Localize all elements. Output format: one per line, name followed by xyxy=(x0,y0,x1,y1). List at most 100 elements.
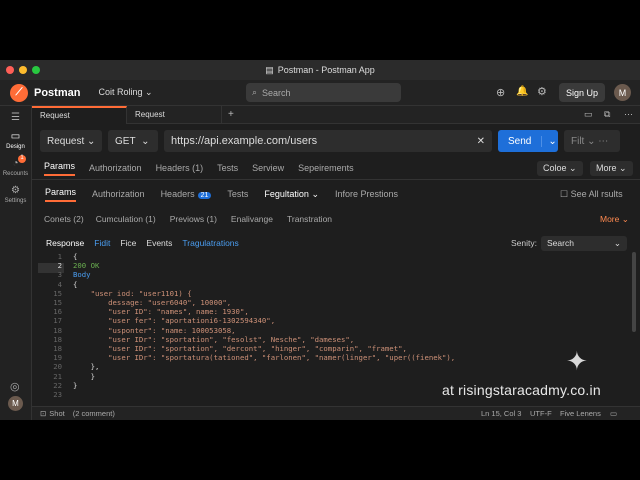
sidebar-menu-icon[interactable]: ☰ xyxy=(0,112,31,123)
code-line: "user IDr": "sportatura(tationed", "farl… xyxy=(73,353,456,363)
window-icon[interactable]: ⧉ xyxy=(604,109,610,120)
tab-infore-prestions[interactable]: Infore Prestions xyxy=(335,189,398,199)
global-search[interactable]: ⌕ Search xyxy=(246,83,401,102)
sidebar-item-design[interactable]: ▭ Design xyxy=(0,131,31,150)
cookies-button[interactable]: Coloe ⌄ xyxy=(537,160,583,176)
tab-headers-2[interactable]: Headers 21 xyxy=(161,189,212,199)
checkbox-icon: ☐ xyxy=(560,188,569,199)
secondary-tabs: Params Authorization Headers 21 Tests Feg… xyxy=(32,185,640,203)
minimize-window-button[interactable] xyxy=(19,66,27,74)
document-icon: ▤ xyxy=(265,64,274,75)
status-comment[interactable]: (2 comment) xyxy=(73,409,115,418)
tab-authorization-2[interactable]: Authorization xyxy=(92,189,145,199)
postman-window: ▤ Postman - Postman App ⟋ Postman Coit R… xyxy=(0,60,640,420)
status-bar: ⊡ Shot (2 comment) Ln 15, Col 3 UTF-F Fi… xyxy=(32,406,640,420)
encoding[interactable]: UTF-F xyxy=(530,409,552,418)
tab-sepeirements[interactable]: Sepeirements xyxy=(298,163,354,173)
window-title: Postman - Postman App xyxy=(277,65,375,75)
tab-fice[interactable]: Fice xyxy=(120,238,136,248)
close-window-button[interactable] xyxy=(6,66,14,74)
tab-fidit[interactable]: Fidit xyxy=(94,238,110,248)
tab-label: Request xyxy=(135,110,165,119)
see-all-results-checkbox[interactable]: ☐ See All rsults xyxy=(560,189,623,200)
cookies-label: Coloe xyxy=(543,162,567,173)
sidebar-avatar[interactable]: M xyxy=(8,396,23,411)
url-value: https://api.example.com/users xyxy=(171,135,318,147)
chevron-down-icon: ⌄ xyxy=(145,87,153,97)
chevron-down-icon: ⌄ xyxy=(87,135,96,147)
camera-icon: ⊡ xyxy=(40,409,47,418)
divider xyxy=(32,179,640,180)
tab-tests-2[interactable]: Tests xyxy=(227,189,248,199)
notification-bell-icon[interactable]: 🔔 xyxy=(516,86,528,97)
sidebar-item-recounts[interactable]: ◔ 1 Recounts xyxy=(0,155,31,177)
tab-authorization[interactable]: Authorization xyxy=(89,163,142,173)
zoom-window-button[interactable] xyxy=(32,66,40,74)
sidebar-item-label: Settings xyxy=(4,198,27,204)
cursor-position: Ln 15, Col 3 xyxy=(481,409,522,418)
tab-request-active[interactable]: Request xyxy=(32,105,127,124)
tab-headers[interactable]: Headers (1) xyxy=(156,163,204,173)
url-input[interactable]: https://api.example.com/users ✕ xyxy=(164,130,492,152)
line-number: 23 xyxy=(53,390,62,399)
chevron-down-icon: ⌄ xyxy=(613,237,621,248)
send-button[interactable]: Send ⌄ xyxy=(498,130,558,152)
filter-label: Filt xyxy=(571,135,585,147)
gear-icon: ⚙ xyxy=(11,185,20,196)
tab-events[interactable]: Events xyxy=(146,238,172,248)
watermark-text: at risingstaracadmy.co.in xyxy=(442,382,601,398)
workspace-name: Coit Roling xyxy=(98,87,143,97)
code-line: } xyxy=(73,380,78,390)
notification-badge: 1 xyxy=(18,155,26,163)
postman-logo-icon: ⟋ xyxy=(10,83,28,102)
more-label: More xyxy=(596,162,617,173)
chevron-down-icon[interactable]: ⌄ xyxy=(541,135,562,147)
tab-tragulatrations[interactable]: Tragulatrations xyxy=(182,238,238,248)
sidebar-item-label: Recounts xyxy=(2,171,29,177)
more-dropdown[interactable]: More ⌄ xyxy=(600,214,629,225)
add-icon[interactable]: ⊕ xyxy=(496,86,505,99)
tab-request[interactable]: Request xyxy=(127,105,222,124)
workspace-selector[interactable]: Coit Roling ⌄ xyxy=(98,87,152,98)
sidebar-item-settings[interactable]: ⚙ Settings xyxy=(0,185,31,204)
filter-dropdown[interactable]: Filt ⌄ ⋯ xyxy=(564,130,620,152)
fegultation-label: Fegultation xyxy=(264,188,309,199)
tab-response[interactable]: Response xyxy=(46,238,84,248)
status-shot[interactable]: Shot xyxy=(49,409,64,418)
layout-icon[interactable]: ▭ xyxy=(610,409,617,418)
request-tabs: Request Request + ▭ ⧉ ⋯ xyxy=(32,105,640,124)
headers-count-badge: 21 xyxy=(197,192,212,199)
tab-transtration[interactable]: Transtration xyxy=(287,214,332,224)
tab-conets[interactable]: Conets (2) xyxy=(44,214,84,224)
more-options-icon[interactable]: ⋯ xyxy=(624,109,633,120)
tab-label: Request xyxy=(40,111,70,120)
tab-previows[interactable]: Previows (1) xyxy=(170,214,217,224)
account-circle-icon[interactable]: ◎ xyxy=(10,380,20,393)
search-icon: ⌕ xyxy=(252,87,258,97)
method-dropdown[interactable]: GET ⌄ xyxy=(108,130,158,152)
more-button[interactable]: More ⌄ xyxy=(590,160,633,176)
tab-params-2[interactable]: Params xyxy=(45,187,77,202)
lenses[interactable]: Five Lenens xyxy=(560,409,601,418)
add-tab-icon[interactable]: + xyxy=(228,109,234,120)
sensity-value: Search xyxy=(547,237,574,248)
tab-cumculation[interactable]: Cumculation (1) xyxy=(96,214,156,224)
chevron-down-icon: ⌄ xyxy=(587,135,596,147)
layout-icon[interactable]: ▭ xyxy=(584,109,593,120)
sign-up-button[interactable]: Sign Up xyxy=(559,83,605,102)
method-label: GET xyxy=(115,135,136,147)
more-label: More xyxy=(600,213,620,224)
tab-tests[interactable]: Tests xyxy=(217,163,238,173)
tab-params[interactable]: Params xyxy=(44,161,76,176)
request-type-dropdown[interactable]: Request ⌄ xyxy=(40,130,102,152)
avatar[interactable]: M xyxy=(614,84,631,101)
clear-icon[interactable]: ✕ xyxy=(477,136,485,147)
scrollbar[interactable] xyxy=(632,252,636,332)
fegultation-dropdown[interactable]: Fegultation ⌄ xyxy=(264,189,319,200)
tab-enalivange[interactable]: Enalivange xyxy=(231,214,273,224)
gear-icon[interactable]: ⚙ xyxy=(537,85,547,98)
sensity-dropdown[interactable]: Search ⌄ xyxy=(541,235,627,251)
tab-serview[interactable]: Serview xyxy=(252,163,284,173)
sidebar: ☰ ▭ Design ◔ 1 Recounts ⚙ Settings ◎ M xyxy=(0,106,32,420)
send-label: Send xyxy=(508,135,532,147)
